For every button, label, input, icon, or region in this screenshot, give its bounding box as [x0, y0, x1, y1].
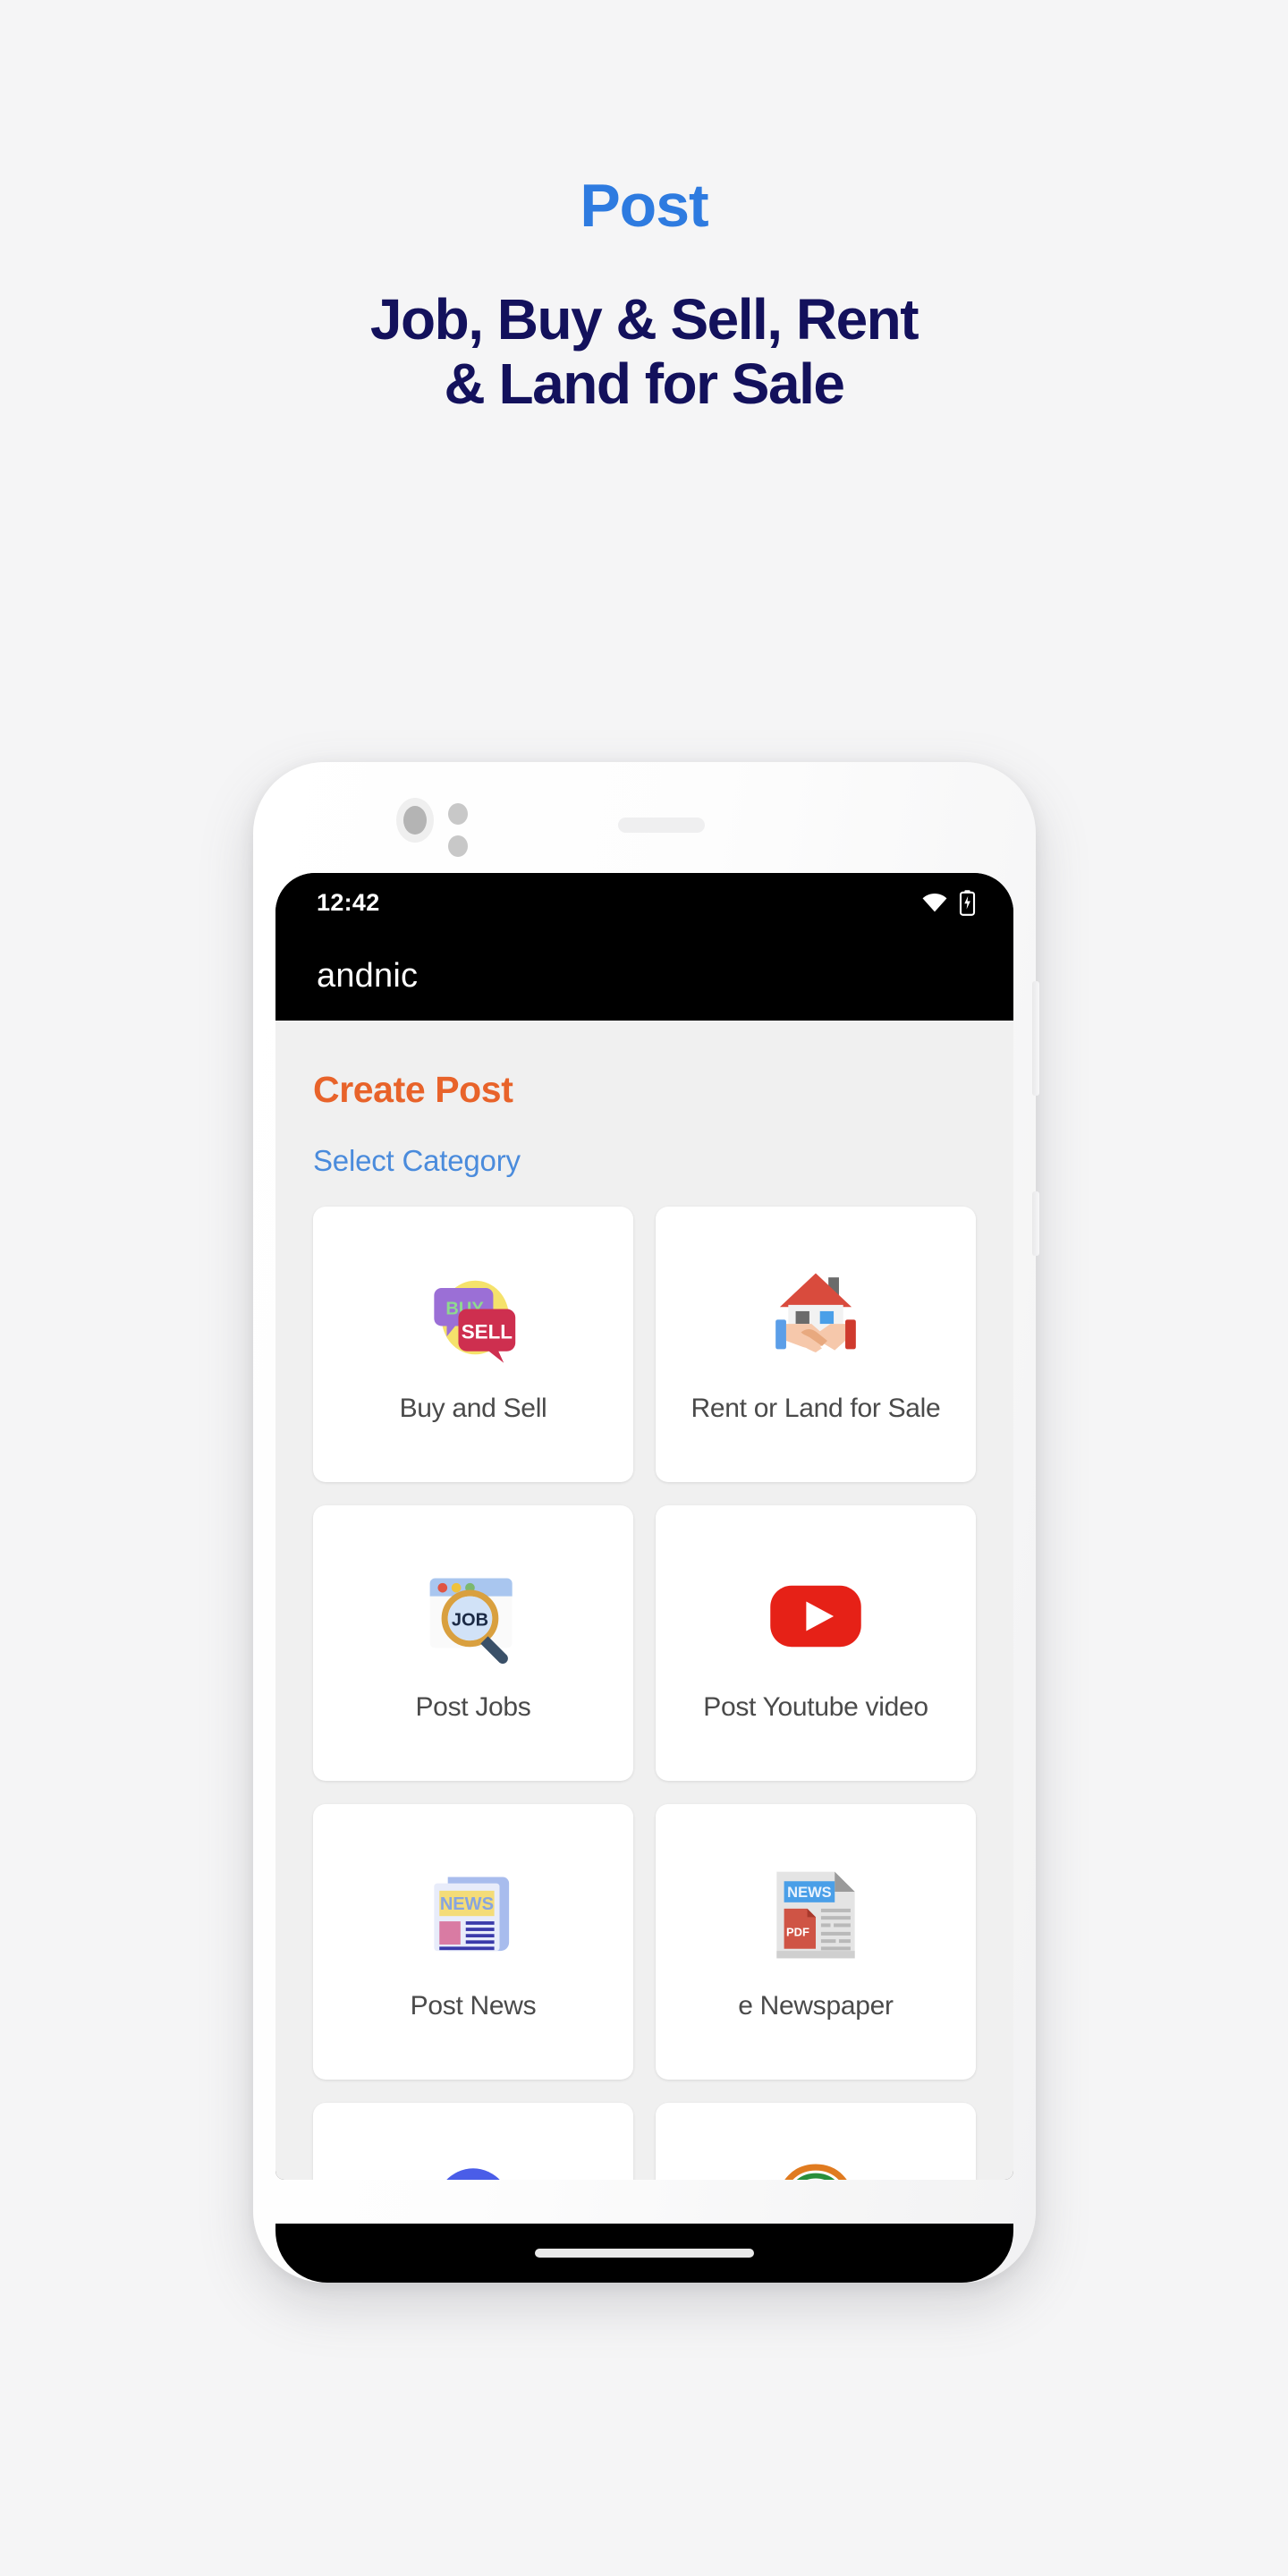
home-gesture-pill[interactable] [535, 2249, 754, 2258]
svg-text:SELL: SELL [462, 1321, 513, 1343]
promo-subtitle: Job, Buy & Sell, Rent & Land for Sale [369, 287, 919, 416]
phone-mockup: 12:42 andnic Create Post Select Category [253, 762, 1039, 2283]
newspaper-icon: NEWS [434, 1877, 510, 1952]
navigation-bar [275, 2224, 1013, 2283]
status-bar-clock: 12:42 [317, 888, 380, 916]
volume-button[interactable] [1032, 981, 1039, 1096]
light-sensor-icon [448, 835, 468, 857]
earpiece-speaker [618, 818, 705, 833]
promo-title: Post [580, 172, 708, 240]
category-card-air-news[interactable]: AIR आकाशवाणी समाचार ALL INDIA RADIO NEWS… [656, 2103, 976, 2180]
svg-text:JOB: JOB [452, 1611, 488, 1631]
category-card-announcement[interactable]: Announcement [313, 2103, 633, 2180]
promo-subtitle-line2: & Land for Sale [444, 351, 845, 416]
status-bar-icons [921, 889, 976, 916]
power-button[interactable] [1032, 1191, 1039, 1256]
category-label: Post Jobs [415, 1692, 531, 1722]
category-grid: BUY SELL Buy and Sell Rent or Land for S… [313, 1207, 976, 2180]
category-label: Post Youtube video [703, 1692, 928, 1722]
screen-content: Create Post Select Category BUY SELL Buy… [275, 1021, 1013, 2180]
megaphone-icon [446, 2168, 500, 2180]
wifi-icon [922, 893, 947, 912]
all-india-radio-news-logo: AIR आकाशवाणी समाचार ALL INDIA RADIO NEWS [784, 2164, 847, 2180]
app-title: andnic [317, 957, 419, 995]
category-card-rent-or-land-for-sale[interactable]: Rent or Land for Sale [656, 1207, 976, 1482]
proximity-sensor-icon [448, 803, 468, 825]
category-card-post-youtube-video[interactable]: Post Youtube video [656, 1505, 976, 1781]
youtube-play-icon [770, 1585, 861, 1648]
buy-sell-speech-bubbles-icon: BUY SELL [434, 1280, 516, 1363]
app-bar: andnic [275, 932, 1013, 1021]
status-bar: 12:42 [275, 873, 1013, 932]
category-label: Rent or Land for Sale [691, 1394, 941, 1423]
category-label: Post News [410, 1991, 537, 2021]
svg-text:PDF: PDF [786, 1926, 809, 1939]
phone-screen: 12:42 andnic Create Post Select Category [275, 873, 1013, 2180]
news-pdf-document-icon: NEWS PDF [776, 1871, 855, 1959]
svg-text:NEWS: NEWS [787, 1885, 832, 1901]
select-category-label: Select Category [313, 1144, 521, 1177]
front-camera-icon [396, 798, 434, 843]
house-handshake-icon [775, 1273, 856, 1352]
job-search-magnifier-icon: JOB [429, 1578, 513, 1665]
category-card-post-news[interactable]: NEWS Post News [313, 1804, 633, 2080]
svg-text:NEWS: NEWS [440, 1894, 494, 1914]
promo-subtitle-line1: Job, Buy & Sell, Rent [369, 287, 919, 352]
category-card-post-jobs[interactable]: JOB Post Jobs [313, 1505, 633, 1781]
category-label: Buy and Sell [399, 1394, 547, 1423]
category-card-buy-and-sell[interactable]: BUY SELL Buy and Sell [313, 1207, 633, 1482]
battery-charging-icon [959, 890, 976, 916]
page-title: Create Post [313, 1069, 513, 1110]
promo-header: Post Job, Buy & Sell, Rent & Land for Sa… [0, 0, 1288, 626]
category-card-e-newspaper[interactable]: NEWS PDF e Newspaper [656, 1804, 976, 2080]
category-label: e Newspaper [738, 1991, 894, 2021]
